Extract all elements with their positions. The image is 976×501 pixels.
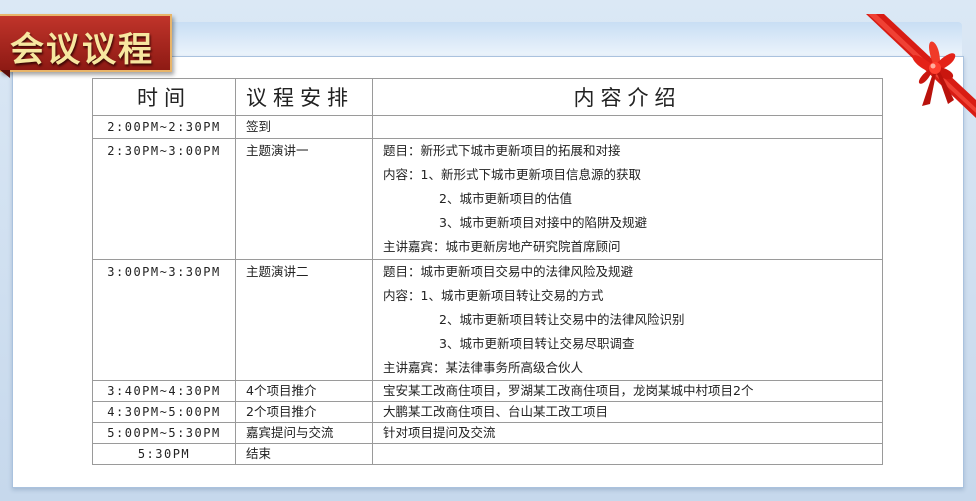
table-row: 4:30PM~5:00PM 2个项目推介 大鹏某工改商住项目、台山某工改工项目 [92,401,883,423]
row-time: 3:00PM~3:30PM [107,265,221,279]
row-agenda: 嘉宾提问与交流 [246,425,334,440]
header-content: 内容介绍 [372,78,883,116]
row-time: 3:40PM~4:30PM [107,384,221,398]
title-banner: 会议议程 [0,14,172,72]
content-line: 题目：城市更新项目交易中的法律风险及规避 [383,264,634,279]
row-content [372,115,883,139]
row-agenda: 4个项目推介 [246,383,317,398]
content-line: 大鹏某工改商住项目、台山某工改工项目 [383,404,609,419]
content-line: 内容：1、新形式下城市更新项目信息源的获取 [383,167,641,182]
content-line: 3、城市更新项目转让交易尽职调查 [439,336,635,351]
content-line: 主讲嘉宾：某法律事务所高级合伙人 [383,360,584,375]
row-content [372,443,883,465]
table-row: 5:30PM 结束 [92,443,883,465]
header-agenda: 议程安排 [235,78,373,116]
table-row: 5:00PM~5:30PM 嘉宾提问与交流 针对项目提问及交流 [92,422,883,444]
table-row: 3:40PM~4:30PM 4个项目推介 宝安某工改商住项目，罗湖某工改商住项目… [92,380,883,402]
row-agenda: 结束 [246,446,272,461]
row-time: 2:00PM~2:30PM [107,120,221,134]
row-time: 2:30PM~3:00PM [107,144,221,158]
row-agenda: 签到 [246,119,272,134]
row-time: 4:30PM~5:00PM [107,405,221,419]
row-agenda: 主题演讲一 [246,143,309,158]
content-line: 题目：新形式下城市更新项目的拓展和对接 [383,143,621,158]
content-line: 2、城市更新项目的估值 [439,191,572,206]
table-header-row: 时间 议程安排 内容介绍 [92,78,883,116]
row-time: 5:00PM~5:30PM [107,426,221,440]
table-row: 3:00PM~3:30PM 主题演讲二 题目：城市更新项目交易中的法律风险及规避… [92,259,883,381]
content-line: 内容：1、城市更新项目转让交易的方式 [383,288,604,303]
content-line: 宝安某工改商住项目，罗湖某工改商住项目，龙岗某城中村项目2个 [383,383,754,398]
row-agenda: 2个项目推介 [246,404,317,419]
agenda-table: 时间 议程安排 内容介绍 2:00PM~2:30PM 签到 2:30PM~3:0… [92,78,883,465]
content-line: 主讲嘉宾：城市更新房地产研究院首席顾问 [383,239,621,254]
row-content: 题目：新形式下城市更新项目的拓展和对接 内容：1、新形式下城市更新项目信息源的获… [372,138,883,260]
content-line: 3、城市更新项目对接中的陷阱及规避 [439,215,647,230]
row-time: 5:30PM [137,447,191,461]
header-time: 时间 [92,78,236,116]
table-row: 2:00PM~2:30PM 签到 [92,115,883,139]
banner-fold [0,70,10,78]
content-line: 2、城市更新项目转让交易中的法律风险识别 [439,312,685,327]
content-line: 针对项目提问及交流 [383,425,496,440]
table-row: 2:30PM~3:00PM 主题演讲一 题目：新形式下城市更新项目的拓展和对接 … [92,138,883,260]
row-agenda: 主题演讲二 [246,264,309,279]
row-content: 题目：城市更新项目交易中的法律风险及规避 内容：1、城市更新项目转让交易的方式 … [372,259,883,381]
page-title: 会议议程 [10,30,154,70]
